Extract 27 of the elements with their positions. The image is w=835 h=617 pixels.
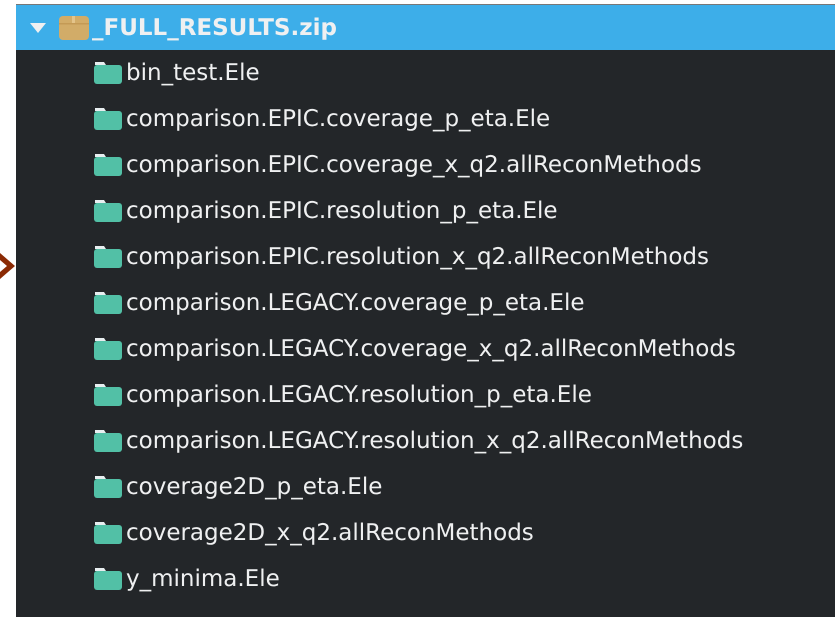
folder-icon: [92, 566, 124, 592]
tree-item[interactable]: comparison.EPIC.coverage_x_q2.allReconMethods: [16, 142, 835, 188]
folder-icon: [92, 382, 124, 408]
folder-icon: [92, 60, 124, 86]
chevron-icon: [0, 253, 15, 279]
folder-icon: [92, 290, 124, 316]
folder-icon: [92, 520, 124, 546]
tree-item[interactable]: comparison.LEGACY.coverage_x_q2.allReconMethods: [16, 326, 835, 372]
tree-item[interactable]: comparison.LEGACY.resolution_x_q2.allReconMethods: [16, 418, 835, 464]
folder-icon: [92, 336, 124, 362]
tree-item[interactable]: comparison.EPIC.resolution_x_q2.allReconMethods: [16, 234, 835, 280]
tree-item[interactable]: y_minima.Ele: [16, 556, 835, 602]
folder-icon: [92, 244, 124, 270]
collapse-arrow-icon[interactable]: [30, 22, 46, 32]
tree-item[interactable]: coverage2D_p_eta.Ele: [16, 464, 835, 510]
tree-item[interactable]: comparison.LEGACY.coverage_p_eta.Ele: [16, 280, 835, 326]
tree-item[interactable]: comparison.EPIC.coverage_p_eta.Ele: [16, 96, 835, 142]
package-icon: [58, 14, 90, 40]
folder-icon: [92, 106, 124, 132]
tree-item[interactable]: comparison.LEGACY.resolution_p_eta.Ele: [16, 372, 835, 418]
folder-icon: [92, 198, 124, 224]
tree-item[interactable]: coverage2D_x_q2.allReconMethods: [16, 510, 835, 556]
tree-item[interactable]: bin_test.Ele: [16, 50, 835, 96]
folder-icon: [92, 152, 124, 178]
tree-item[interactable]: comparison.EPIC.resolution_p_eta.Ele: [16, 188, 835, 234]
folder-icon: [92, 428, 124, 454]
folder-icon: [92, 474, 124, 500]
